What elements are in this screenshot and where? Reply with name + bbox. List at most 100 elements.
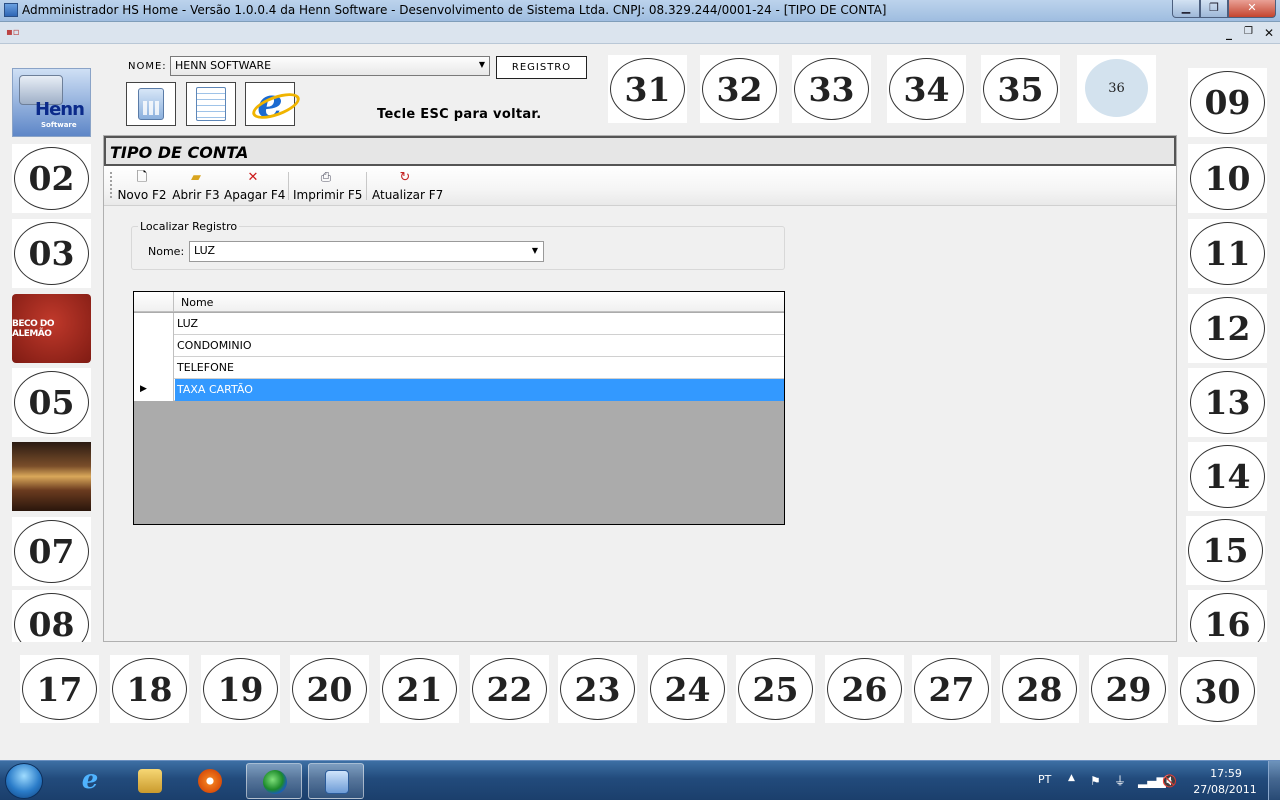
tile-35[interactable]: 35 <box>981 55 1060 123</box>
tile-31[interactable]: 31 <box>608 55 687 123</box>
minimize-button[interactable]: ▁ <box>1172 0 1200 18</box>
nome-combobox[interactable]: HENN SOFTWARE ▼ <box>170 56 490 76</box>
tile-20[interactable]: 20 <box>290 655 369 723</box>
tile-02[interactable]: 02 <box>12 144 91 213</box>
new-document-icon: 🗋 <box>136 170 148 185</box>
calculator-button[interactable] <box>126 82 176 126</box>
apagar-label: Apagar F4 <box>224 188 286 202</box>
tile-label: 36 <box>1085 59 1148 117</box>
tile-33[interactable]: 33 <box>792 55 871 123</box>
tile-19[interactable]: 19 <box>201 655 280 723</box>
tile-25[interactable]: 25 <box>736 655 815 723</box>
tile-label: 11 <box>1190 222 1265 285</box>
clock-time[interactable]: 17:59 <box>1196 767 1256 780</box>
tile-11[interactable]: 11 <box>1188 219 1267 288</box>
tile-18[interactable]: 18 <box>110 655 189 723</box>
row-header-current[interactable]: ▶ <box>134 379 174 401</box>
tile-30[interactable]: 30 <box>1178 657 1257 725</box>
show-hidden-icons-icon[interactable]: ▲ <box>1068 773 1075 783</box>
tile-09[interactable]: 09 <box>1188 68 1267 137</box>
tile-10[interactable]: 10 <box>1188 144 1267 213</box>
network-signal-icon[interactable]: ▂▄▆ <box>1138 774 1166 788</box>
tile-29[interactable]: 29 <box>1089 655 1168 723</box>
tile-label: 29 <box>1091 658 1166 720</box>
tile-05[interactable]: 05 <box>12 368 91 437</box>
taskbar-media-player[interactable] <box>182 763 238 799</box>
column-header-nome[interactable]: Nome <box>181 296 213 309</box>
atualizar-button[interactable]: ↻ Atualizar F7 <box>372 170 443 204</box>
registro-button[interactable]: REGISTRO <box>496 56 587 79</box>
novo-button[interactable]: 🗋 Novo F2 <box>117 170 167 204</box>
apagar-button[interactable]: ✕ Apagar F4 <box>224 170 286 204</box>
volume-muted-icon[interactable]: 🔇 <box>1162 774 1177 788</box>
taskbar-internet-explorer[interactable]: e <box>62 763 118 799</box>
shopping-mall-photo-tile[interactable] <box>12 442 91 511</box>
tile-23[interactable]: 23 <box>558 655 637 723</box>
internet-explorer-icon: e <box>257 80 283 127</box>
busca-nome-value: LUZ <box>194 244 215 257</box>
notepad-button[interactable] <box>186 82 236 126</box>
imprimir-button[interactable]: ⎙ Imprimir F5 <box>293 170 363 204</box>
tile-28[interactable]: 28 <box>1000 655 1079 723</box>
mdi-minimize-button[interactable]: _ <box>1226 26 1232 40</box>
tile-08[interactable]: 08 <box>12 590 91 642</box>
tile-12[interactable]: 12 <box>1188 294 1267 363</box>
mdi-restore-button[interactable]: ❐ <box>1244 26 1253 37</box>
clock-date[interactable]: 27/08/2011 <box>1190 783 1260 796</box>
tile-32[interactable]: 32 <box>700 55 779 123</box>
tile-13[interactable]: 13 <box>1188 368 1267 437</box>
tile-label: 15 <box>1188 519 1263 582</box>
tile-26[interactable]: 26 <box>825 655 904 723</box>
mdi-menu-strip: ▪▫ _ ❐ ✕ <box>0 22 1280 44</box>
tile-label: 20 <box>292 658 367 720</box>
henn-software-logo-tile[interactable]: Henn Software <box>12 68 91 137</box>
imprimir-label: Imprimir F5 <box>293 188 363 202</box>
taskbar-file-explorer[interactable] <box>122 763 178 799</box>
taskbar-globe-app[interactable] <box>246 763 302 799</box>
table-row[interactable]: CONDOMINIO <box>134 335 784 357</box>
beco-logo-text: BECO DO ALEMÃO <box>12 318 55 339</box>
tile-07[interactable]: 07 <box>12 517 91 586</box>
localizar-group-title: Localizar Registro <box>138 220 240 233</box>
busca-nome-combobox[interactable]: LUZ ▼ <box>189 241 544 262</box>
action-center-flag-icon[interactable]: ⚑ <box>1090 774 1104 788</box>
tile-03[interactable]: 03 <box>12 219 91 288</box>
table-cell: TELEFONE <box>177 361 234 374</box>
tile-14[interactable]: 14 <box>1188 442 1267 511</box>
tile-22[interactable]: 22 <box>470 655 549 723</box>
tile-label: 19 <box>203 658 278 720</box>
language-indicator[interactable]: PT <box>1038 773 1051 786</box>
tile-15[interactable]: 15 <box>1186 516 1265 585</box>
maximize-button[interactable]: ❐ <box>1200 0 1228 18</box>
abrir-button[interactable]: ▰ Abrir F3 <box>172 170 220 204</box>
taskbar-admin-app[interactable] <box>308 763 364 799</box>
table-row-selected[interactable]: ▶ TAXA CARTÃO <box>134 379 784 401</box>
row-header[interactable] <box>134 313 174 335</box>
tile-27[interactable]: 27 <box>912 655 991 723</box>
row-header[interactable] <box>134 357 174 379</box>
notepad-icon <box>196 87 226 121</box>
start-button[interactable] <box>5 763 43 799</box>
table-row[interactable]: TELEFONE <box>134 357 784 379</box>
tile-16[interactable]: 16 <box>1188 590 1267 642</box>
power-plug-icon[interactable]: ⏚ <box>1114 774 1128 788</box>
tile-21[interactable]: 21 <box>380 655 459 723</box>
tile-17[interactable]: 17 <box>20 655 99 723</box>
mdi-child-icon[interactable]: ▪▫ <box>6 27 24 39</box>
table-row[interactable]: LUZ <box>134 313 784 335</box>
mdi-close-button[interactable]: ✕ <box>1264 26 1274 40</box>
tile-34[interactable]: 34 <box>887 55 966 123</box>
internet-explorer-button[interactable]: e <box>245 82 295 126</box>
beco-do-alemao-logo-tile[interactable]: BECO DO ALEMÃO <box>12 294 91 363</box>
henn-logo-text: Henn <box>35 99 85 120</box>
grid-corner[interactable] <box>134 292 174 312</box>
row-header[interactable] <box>134 335 174 357</box>
tile-36[interactable]: 36 <box>1077 55 1156 123</box>
toolbar-grip[interactable] <box>110 172 112 200</box>
close-button[interactable]: ✕ <box>1228 0 1276 18</box>
tile-24[interactable]: 24 <box>648 655 727 723</box>
tipo-conta-grid: Nome LUZ CONDOMINIO TELEFONE ▶ TAXA CART… <box>133 291 785 525</box>
form-header: TIPO DE CONTA <box>104 136 1176 166</box>
show-desktop-button[interactable] <box>1268 761 1280 800</box>
tile-label: 33 <box>794 58 869 120</box>
